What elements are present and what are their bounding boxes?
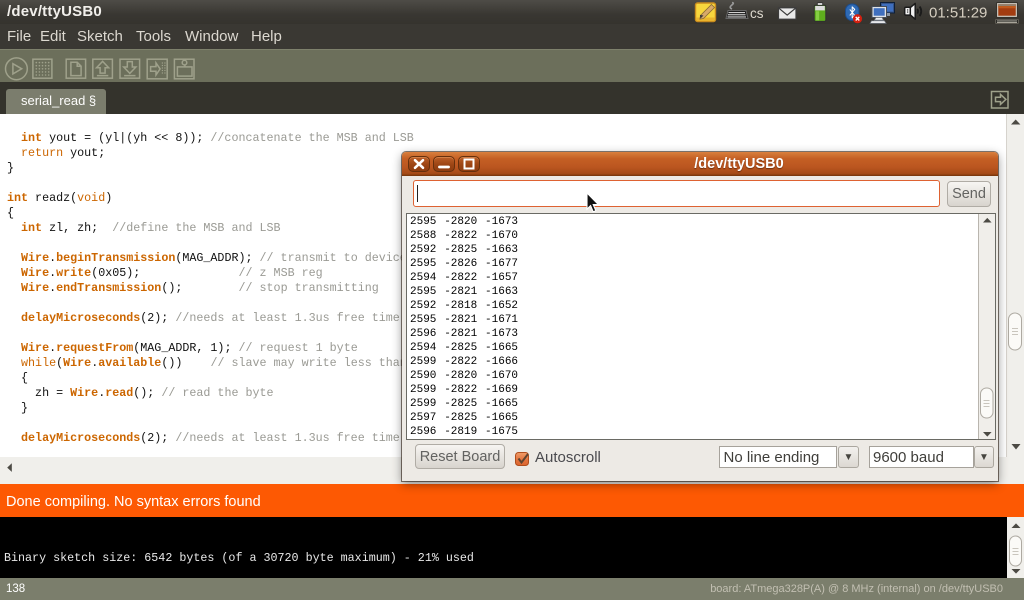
svg-text:cs: cs [750,6,764,21]
svg-text:01:51:29: 01:51:29 [929,5,987,22]
